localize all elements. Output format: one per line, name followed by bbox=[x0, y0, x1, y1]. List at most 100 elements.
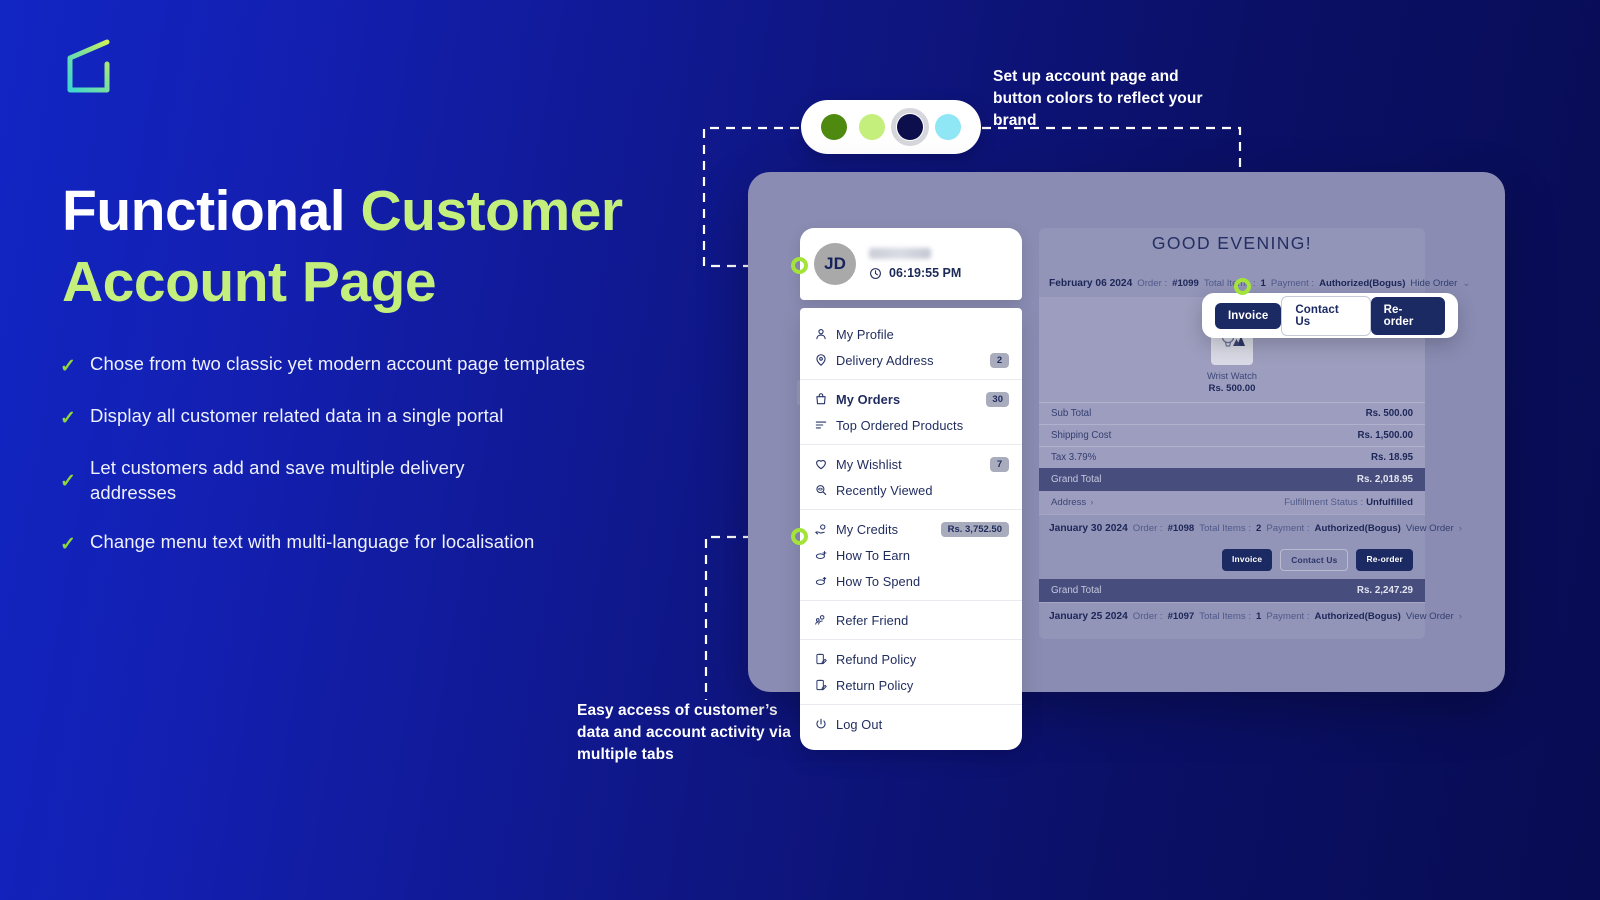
contact-us-button[interactable]: Contact Us bbox=[1281, 295, 1371, 336]
greeting-heading: GOOD EVENING! bbox=[1151, 233, 1313, 253]
brand-color-picker[interactable] bbox=[801, 100, 981, 154]
menu-group-policies: Refund Policy Return Policy bbox=[800, 640, 1022, 705]
menu-label: Refund Policy bbox=[836, 651, 917, 667]
bullet-text: Display all customer related data in a s… bbox=[90, 405, 504, 426]
list-item: ✓ Let customers add and save multiple de… bbox=[60, 456, 700, 506]
view-order-link[interactable]: View Order bbox=[1406, 611, 1454, 622]
menu-label: My Orders bbox=[836, 391, 901, 407]
menu-group-refer: Refer Friend bbox=[800, 601, 1022, 640]
re-order-button[interactable]: Re-order bbox=[1356, 549, 1413, 571]
chevron-right-icon[interactable]: › bbox=[1459, 523, 1462, 534]
menu-item-recently-viewed[interactable]: Recently Viewed bbox=[800, 477, 1022, 503]
total-row-shipping: Shipping Cost Rs. 1,500.00 bbox=[1039, 424, 1425, 446]
menu-item-refer-friend[interactable]: Refer Friend bbox=[800, 607, 1022, 633]
menu-label: My Wishlist bbox=[836, 456, 902, 472]
avatar: JD bbox=[814, 243, 856, 285]
order-number: #1098 bbox=[1167, 523, 1195, 534]
chevron-down-icon[interactable]: ⌄ bbox=[1462, 278, 1470, 289]
session-time: 06:19:55 PM bbox=[869, 266, 961, 280]
clipboard-icon bbox=[814, 652, 836, 666]
menu-label: How To Earn bbox=[836, 547, 911, 563]
clock-icon bbox=[870, 267, 881, 279]
menu-label: Return Policy bbox=[836, 677, 914, 693]
address-row[interactable]: Address › Fulfillment Status : Unfulfill… bbox=[1039, 491, 1425, 514]
invoice-button[interactable]: Invoice bbox=[1215, 302, 1282, 329]
location-icon bbox=[814, 353, 836, 367]
orders-pane: GOOD EVENING! February 06 2024 Order : #… bbox=[1039, 228, 1470, 639]
menu-label: Delivery Address bbox=[836, 352, 934, 368]
feature-bullet-list: ✓ Chose from two classic yet modern acco… bbox=[60, 352, 700, 558]
swatch-olive[interactable] bbox=[821, 114, 847, 140]
menu-item-how-to-spend[interactable]: How To Spend bbox=[800, 568, 1022, 594]
order-number: #1099 bbox=[1172, 278, 1199, 289]
total-row-tax: Tax 3.79% Rs. 18.95 bbox=[1039, 446, 1425, 468]
bullet-text: Let customers add and save multiple deli… bbox=[90, 457, 465, 503]
grand-total-value: Rs. 2,247.29 bbox=[1356, 585, 1413, 596]
invoice-button[interactable]: Invoice bbox=[1222, 549, 1273, 571]
total-row-subtotal: Sub Total Rs. 500.00 bbox=[1039, 402, 1425, 424]
swatch-cyan[interactable] bbox=[935, 114, 961, 140]
spend-icon bbox=[814, 574, 836, 588]
session-time-value: 06:19:55 PM bbox=[889, 266, 962, 280]
menu-item-delivery-address[interactable]: Delivery Address 2 bbox=[800, 347, 1022, 373]
account-menu-panel[interactable]: My Profile Delivery Address 2 My Orders … bbox=[800, 308, 1022, 750]
product-price: Rs. 500.00 bbox=[1208, 383, 1256, 394]
menu-item-my-wishlist[interactable]: My Wishlist 7 bbox=[800, 451, 1022, 477]
list-item: ✓ Display all customer related data in a… bbox=[60, 404, 700, 432]
clipboard-icon bbox=[814, 678, 836, 692]
bullet-text: Change menu text with multi-language for… bbox=[90, 530, 535, 552]
total-row-grand: Grand Total Rs. 2,018.95 bbox=[1039, 468, 1425, 491]
view-order-link[interactable]: View Order bbox=[1406, 523, 1454, 534]
menu-item-return-policy[interactable]: Return Policy bbox=[800, 672, 1022, 698]
menu-item-my-orders[interactable]: My Orders 30 bbox=[800, 386, 1022, 412]
menu-label: My Profile bbox=[836, 326, 894, 342]
menu-label: Log Out bbox=[836, 716, 883, 732]
swatch-lime[interactable] bbox=[859, 114, 885, 140]
contact-us-button[interactable]: Contact Us bbox=[1280, 549, 1349, 571]
total-row-grand: Grand Total Rs. 2,247.29 bbox=[1039, 579, 1425, 602]
payment-status: Authorized(Bogus) bbox=[1314, 523, 1401, 534]
swatch-navy-selected[interactable] bbox=[891, 108, 929, 146]
hide-order-link[interactable]: Hide Order bbox=[1410, 278, 1457, 289]
grand-total-value: Rs. 2,018.95 bbox=[1356, 474, 1413, 485]
menu-item-my-credits[interactable]: My Credits Rs. 3,752.50 bbox=[800, 516, 1022, 542]
grand-total-label: Grand Total bbox=[1051, 585, 1102, 596]
brand-logo-icon bbox=[67, 39, 110, 93]
fulfillment-value: Unfulfilled bbox=[1366, 497, 1413, 508]
user-icon bbox=[814, 327, 836, 341]
total-label: Sub Total bbox=[1051, 408, 1092, 419]
order-header-row[interactable]: January 25 2024 Order : #1097 Total Item… bbox=[1039, 602, 1462, 630]
total-items-label: Total Items : bbox=[1199, 523, 1251, 534]
annotation-node-credits bbox=[791, 528, 808, 545]
user-name-masked bbox=[869, 248, 931, 259]
total-items-value: 1 bbox=[1256, 611, 1262, 622]
badge-count: 30 bbox=[986, 391, 1009, 407]
re-order-button[interactable]: Re-order bbox=[1370, 296, 1445, 335]
order-actions-popup[interactable]: Invoice Contact Us Re-order bbox=[1202, 293, 1458, 338]
order-header-row[interactable]: January 30 2024 Order : #1098 Total Item… bbox=[1039, 514, 1462, 542]
order-number-label: Order : bbox=[1132, 611, 1163, 622]
title-white-part: Functional bbox=[62, 179, 361, 243]
address-link[interactable]: Address bbox=[1051, 497, 1086, 508]
grand-total-label: Grand Total bbox=[1051, 474, 1102, 485]
bag-icon bbox=[814, 392, 836, 406]
menu-item-top-ordered-products[interactable]: Top Ordered Products bbox=[800, 412, 1022, 438]
check-icon: ✓ bbox=[60, 470, 76, 492]
badge-count: 7 bbox=[990, 456, 1009, 472]
payment-label: Payment : bbox=[1266, 523, 1310, 534]
menu-item-log-out[interactable]: Log Out bbox=[800, 711, 1022, 737]
chevron-right-icon[interactable]: › bbox=[1090, 497, 1093, 508]
earn-icon bbox=[814, 548, 836, 562]
order-date: February 06 2024 bbox=[1049, 278, 1133, 289]
order-actions-inline[interactable]: Invoice Contact Us Re-order bbox=[1039, 542, 1425, 579]
menu-item-how-to-earn[interactable]: How To Earn bbox=[800, 542, 1022, 568]
list-item: ✓ Chose from two classic yet modern acco… bbox=[60, 352, 700, 380]
menu-item-refund-policy[interactable]: Refund Policy bbox=[800, 646, 1022, 672]
payment-status: Authorized(Bogus) bbox=[1314, 611, 1401, 622]
page-title: Functional Customer Account Page bbox=[62, 176, 722, 317]
menu-item-my-profile[interactable]: My Profile bbox=[800, 321, 1022, 347]
menu-group-logout: Log Out bbox=[800, 705, 1022, 743]
user-summary-strip[interactable]: JD 06:19:55 PM bbox=[800, 228, 1022, 300]
chevron-right-icon[interactable]: › bbox=[1459, 611, 1462, 622]
menu-label: How To Spend bbox=[836, 573, 921, 589]
